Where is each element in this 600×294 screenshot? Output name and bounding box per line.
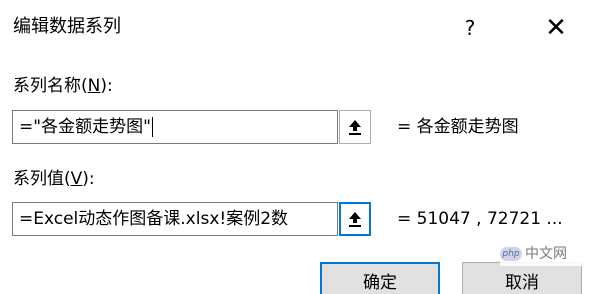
ok-button[interactable]: 确定 [320,262,440,294]
cancel-button[interactable]: 取消 [462,262,582,294]
series-values-input[interactable]: =Excel动态作图备课.xlsx!案例2数 [12,202,338,236]
series-values-collapse-button[interactable] [339,202,371,236]
series-values-input-value: =Excel动态作图备课.xlsx!案例2数 [19,209,289,229]
series-name-preview: = 各金额走势图 [397,117,519,137]
series-values-label: 系列值(V): [13,169,95,189]
series-name-label: 系列名称(N): [13,76,113,96]
series-values-accelerator: V [70,169,83,189]
watermark-text: 中文网 [525,246,567,262]
dialog-title: 编辑数据系列 [13,16,121,37]
series-values-preview: = 51047 , 72721 ... [397,209,563,229]
series-name-accelerator: N [87,76,101,96]
edit-series-dialog: 编辑数据系列 ? ✕ 系列名称(N): ="各金额走势图" = 各金额走势图 系… [0,0,600,294]
range-select-icon [349,120,361,135]
series-name-input-value: ="各金额走势图" [19,117,151,137]
watermark-badge: php [500,247,522,261]
series-name-collapse-button[interactable] [339,110,371,144]
range-select-icon [349,212,361,227]
series-name-input[interactable]: ="各金额走势图" [12,110,338,144]
text-caret [151,117,153,137]
help-button[interactable]: ? [452,12,488,44]
close-button[interactable]: ✕ [536,12,576,44]
watermark: php 中文网 [500,242,600,266]
